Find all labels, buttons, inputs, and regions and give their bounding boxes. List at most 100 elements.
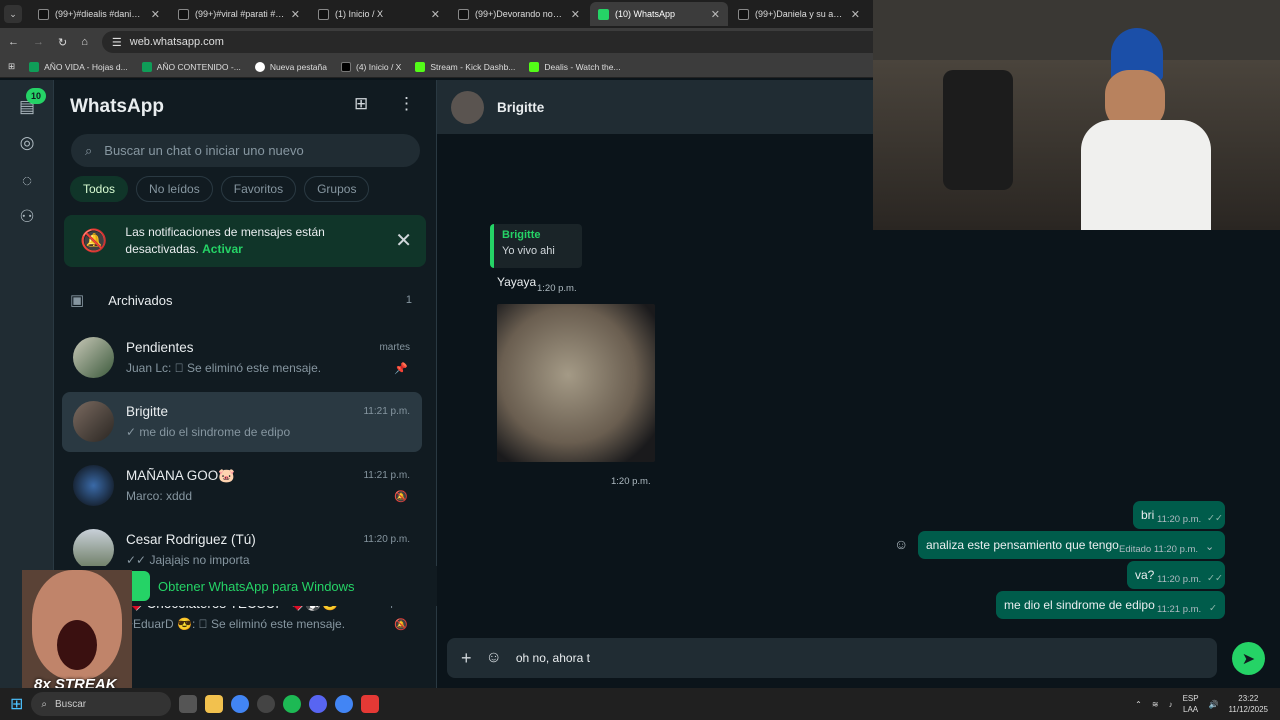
filter-all[interactable]: Todos: [70, 176, 129, 202]
wifi-icon[interactable]: ≋: [1152, 700, 1159, 709]
archived-row[interactable]: ▣ Archivados 1: [70, 288, 412, 312]
browser-tab[interactable]: (99+)Daniela y su atracció✕: [730, 2, 868, 26]
sticker-icon[interactable]: ☺: [486, 649, 502, 667]
muted-icon: 🔕: [394, 619, 408, 631]
chrome-icon[interactable]: [231, 695, 250, 713]
filter-favorites[interactable]: Favoritos: [220, 176, 297, 202]
bookmark[interactable]: AÑO CONTENIDO -...: [141, 61, 241, 72]
mic-icon[interactable]: ♪: [1169, 700, 1173, 709]
site-info-icon[interactable]: ☰: [112, 36, 122, 49]
sheets-icon: [141, 61, 152, 72]
kick-icon: [529, 61, 540, 72]
browser-tab[interactable]: (1) Inicio / X ✕: [310, 2, 448, 26]
channels-icon[interactable]: ◌: [14, 168, 40, 194]
enable-notifications-link[interactable]: Activar: [202, 242, 243, 256]
facecam-overlay: [22, 570, 132, 688]
chat-item[interactable]: Pendientes martes Juan Lc: ⃠ Se eliminó …: [62, 328, 422, 388]
read-ticks-icon: ✓✓: [1207, 513, 1223, 524]
back-icon[interactable]: ←: [8, 36, 19, 48]
bell-off-icon: 🔕: [80, 228, 108, 253]
contact-name: Brigitte: [497, 99, 545, 115]
discord-icon[interactable]: [309, 695, 328, 713]
chevron-down-icon[interactable]: ⌄: [1205, 540, 1214, 553]
filter-chips: Todos No leídos Favoritos Grupos: [70, 176, 370, 202]
avatar: [73, 465, 114, 506]
browser-tab[interactable]: (99+)Devorando normal ✕: [450, 2, 588, 26]
close-icon[interactable]: ✕: [395, 228, 412, 253]
contact-avatar[interactable]: [451, 90, 484, 124]
tiktok-icon: [458, 8, 469, 20]
sheets-icon: [29, 61, 40, 72]
kitten-photo[interactable]: [497, 304, 655, 462]
outgoing-message[interactable]: bri 11:20 p.m. ✓✓: [1133, 501, 1225, 529]
close-tab-icon[interactable]: ✕: [851, 8, 860, 21]
app-icon[interactable]: [361, 695, 380, 713]
search-input[interactable]: ⌕ Buscar un chat o iniciar uno nuevo: [71, 134, 420, 167]
search-icon: ⌕: [41, 698, 48, 710]
chrome-icon[interactable]: [335, 695, 354, 713]
app-icon[interactable]: [257, 695, 276, 713]
outgoing-message[interactable]: va? 11:20 p.m. ✓✓: [1127, 561, 1225, 589]
windows-start-icon[interactable]: ⊞: [10, 694, 23, 714]
file-explorer-icon[interactable]: [205, 695, 224, 713]
close-tab-icon[interactable]: ✕: [291, 8, 300, 21]
close-tab-icon[interactable]: ✕: [151, 8, 160, 21]
apps-grid-icon[interactable]: ⊞: [8, 61, 15, 72]
room-background: [873, 60, 1280, 230]
outgoing-message[interactable]: me dio el sindrome de edipo 11:21 p.m. ✓: [996, 591, 1225, 619]
close-tab-icon[interactable]: ✕: [431, 8, 440, 21]
quoted-message[interactable]: Brigitte Yo vivo ahi: [490, 224, 582, 268]
bookmark[interactable]: AÑO VIDA - Hojas d...: [29, 61, 128, 72]
attach-plus-icon[interactable]: +: [461, 648, 472, 669]
tiktok-icon: [738, 8, 749, 20]
communities-icon[interactable]: ⚇: [14, 204, 40, 230]
chevron-up-icon[interactable]: ⌃: [1135, 700, 1142, 709]
globe-icon: [254, 61, 265, 72]
chat-item[interactable]: MAÑANA GOO🐷 11:21 p.m. Marco: xddd 🔕: [62, 456, 422, 516]
notifications-banner: 🔕 Las notificaciones de mensajes están d…: [64, 215, 426, 267]
spotify-icon[interactable]: [283, 695, 302, 713]
reload-icon[interactable]: ↻: [58, 36, 67, 49]
archive-icon: ▣: [70, 292, 85, 309]
browser-tab[interactable]: (99+)#viral #parati #kickp✕: [170, 2, 308, 26]
bookmark[interactable]: Nueva pestaña: [254, 61, 327, 72]
outgoing-message[interactable]: analiza este pensamiento que tengo Edita…: [918, 531, 1225, 559]
status-icon[interactable]: ◎: [14, 130, 40, 156]
sent-tick-icon: ✓: [1209, 603, 1217, 614]
message-input[interactable]: + ☺ oh no, ahora t: [447, 638, 1217, 678]
chair: [943, 70, 1013, 190]
muted-icon: 🔕: [394, 491, 408, 503]
clock[interactable]: 23:22 11/12/2025: [1229, 693, 1268, 715]
taskbar-search[interactable]: ⌕ Buscar: [31, 692, 172, 716]
send-button[interactable]: ➤: [1232, 642, 1265, 675]
tab-search-chevron-icon[interactable]: ⌄: [4, 5, 22, 23]
close-tab-icon[interactable]: ✕: [571, 8, 580, 21]
taskbar: ⊞ ⌕ Buscar ⌃ ≋ ♪ ESP LAA 🔊 23:22 11/12/2025: [0, 688, 1280, 720]
emoji-react-icon[interactable]: ☺: [894, 536, 908, 552]
browser-tab[interactable]: (99+)#diealis #danielatacq✕: [30, 2, 168, 26]
url-field[interactable]: ☰ web.whatsapp.com: [101, 31, 902, 53]
close-tab-icon[interactable]: ✕: [711, 8, 720, 21]
filter-groups[interactable]: Grupos: [304, 176, 370, 202]
app-title: WhatsApp: [70, 96, 164, 117]
bookmark[interactable]: (4) Inicio / X: [341, 61, 401, 72]
chat-item-selected[interactable]: Brigitte 11:21 p.m. ✓ me dio el sindrome…: [62, 392, 422, 452]
whatsapp-tab-icon: [598, 8, 609, 20]
kick-icon: [415, 61, 426, 72]
filter-unread[interactable]: No leídos: [136, 176, 213, 202]
open-mouth: [57, 620, 97, 670]
menu-icon[interactable]: ⋮: [398, 94, 415, 114]
task-view-icon[interactable]: [179, 695, 198, 713]
bookmark[interactable]: Dealis - Watch the...: [529, 61, 621, 72]
bookmark[interactable]: Stream - Kick Dashb...: [415, 61, 515, 72]
forward-icon[interactable]: →: [33, 36, 44, 48]
x-icon: [341, 61, 351, 72]
tiktok-icon: [178, 8, 189, 20]
speaker-icon[interactable]: 🔊: [1209, 700, 1219, 709]
send-icon: ➤: [1241, 650, 1256, 668]
home-icon[interactable]: ⌂: [81, 36, 88, 48]
browser-tab-active[interactable]: (10) WhatsApp ✕: [590, 2, 728, 26]
language-indicator[interactable]: ESP LAA: [1183, 693, 1199, 715]
new-chat-icon[interactable]: ⊞: [354, 94, 368, 114]
unread-badge: 10: [26, 88, 46, 104]
